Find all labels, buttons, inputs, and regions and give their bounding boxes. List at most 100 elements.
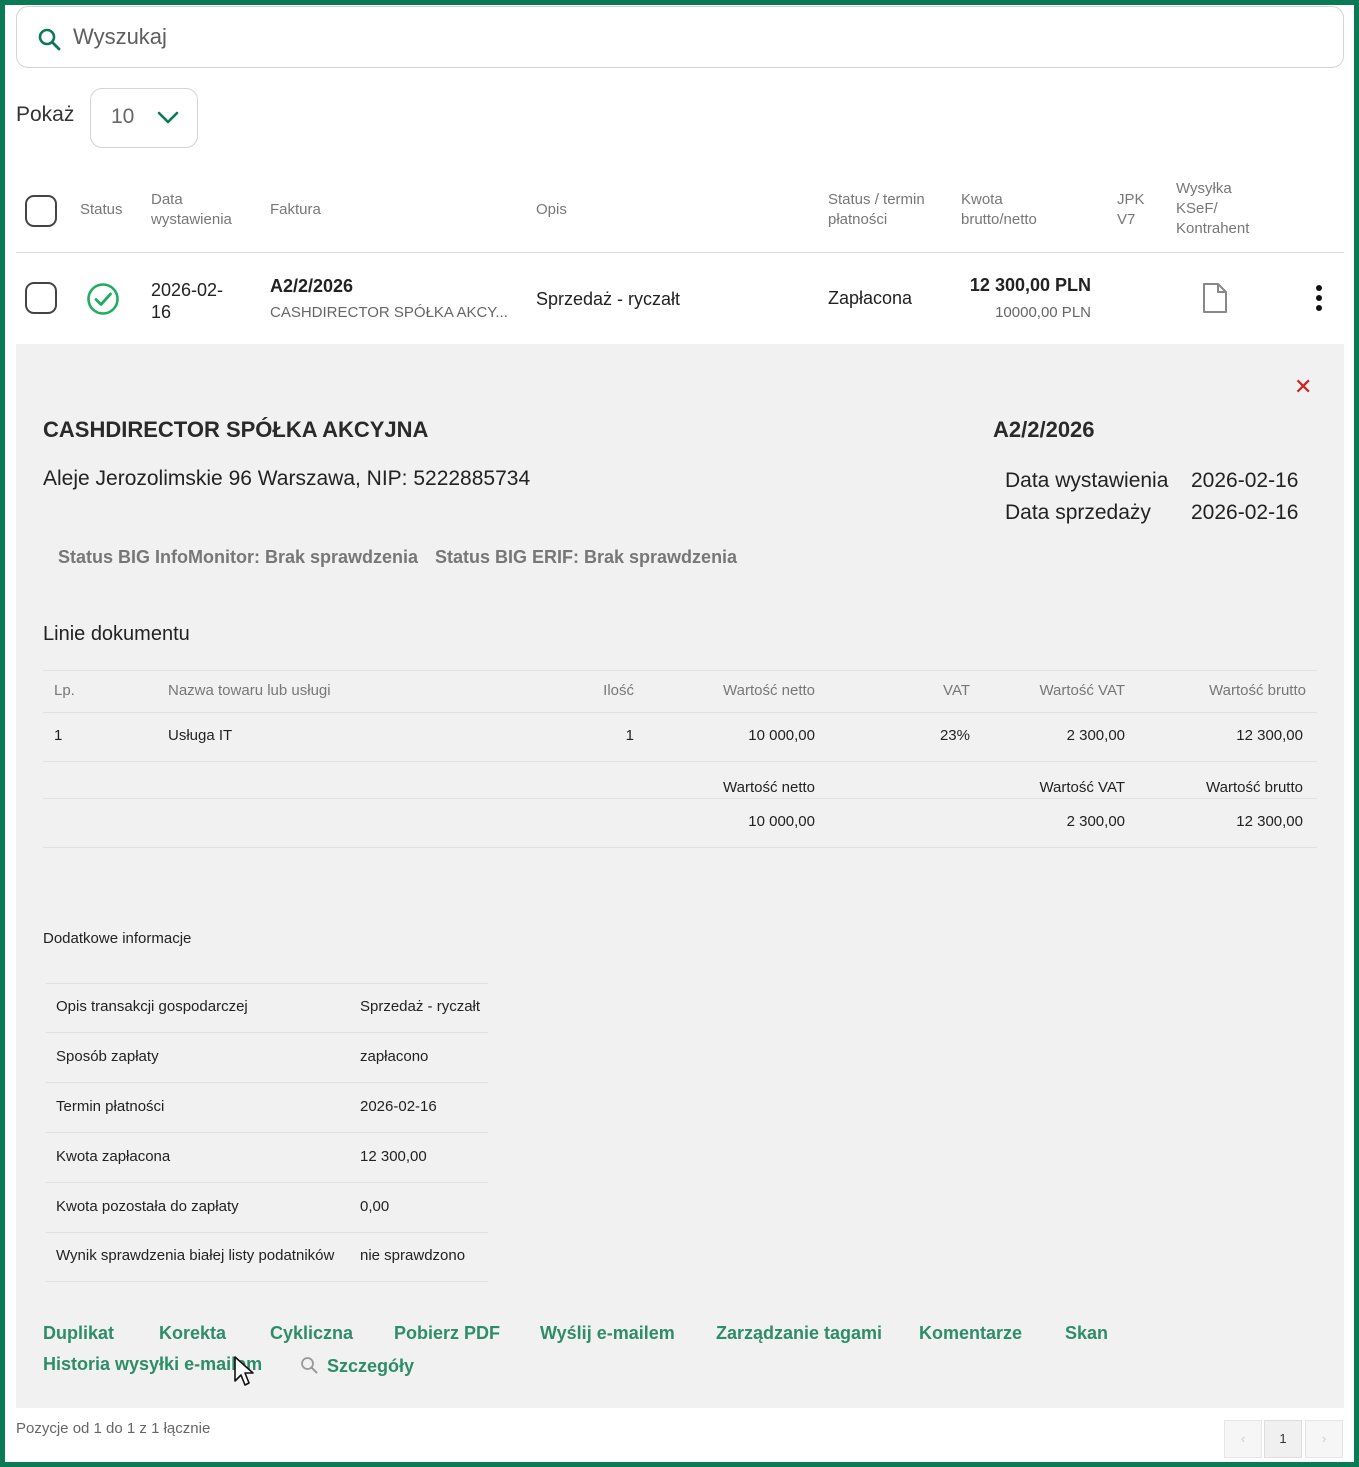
show-label: Pokaż <box>16 103 75 126</box>
pagination-summary: Pozycje od 1 do 1 z 1 łącznie <box>16 1420 211 1437</box>
header-date-line1: Data <box>151 191 183 208</box>
pagination-page-1[interactable]: 1 <box>1264 1420 1302 1458</box>
search-input[interactable] <box>73 21 673 53</box>
more-options-icon[interactable] <box>1313 284 1325 312</box>
info-value-remaining: 0,00 <box>360 1198 390 1215</box>
correction-link[interactable]: Korekta <box>159 1323 226 1344</box>
search-icon <box>38 28 61 51</box>
select-all-checkbox[interactable] <box>25 195 57 227</box>
line-vat-value: 2 300,00 <box>1066 727 1125 744</box>
info-divider <box>46 1032 488 1033</box>
header-description[interactable]: Opis <box>536 200 567 220</box>
additional-info-title: Dodatkowe informacje <box>43 930 192 947</box>
header-date-line2: wystawienia <box>151 211 232 228</box>
search-box[interactable] <box>16 6 1344 68</box>
line-net: 10 000,00 <box>748 727 815 744</box>
lines-header-qty: Ilość <box>603 682 634 699</box>
document-icon[interactable] <box>1202 282 1228 314</box>
info-divider <box>46 1232 488 1233</box>
detail-invoice-number: A2/2/2026 <box>993 417 1095 442</box>
detail-company-name: CASHDIRECTOR SPÓŁKA AKCYJNA <box>43 417 429 442</box>
issue-date-value: 2026-02-16 <box>1191 469 1299 492</box>
lines-header-gross: Wartość brutto <box>1209 682 1306 699</box>
row-invoice-number[interactable]: A2/2/2026 <box>270 276 353 297</box>
sale-date-label: Data sprzedaży <box>1005 501 1151 524</box>
row-amount-gross: 12 300,00 PLN <box>969 275 1091 295</box>
header-payment-line2: płatności <box>828 211 888 228</box>
lines-header-lp: Lp. <box>54 682 75 699</box>
lines-top-divider <box>43 670 1317 671</box>
lines-header-vat: VAT <box>943 682 970 699</box>
info-label-due-date: Termin płatności <box>56 1098 165 1115</box>
info-label-payment-method: Sposób zapłaty <box>56 1048 159 1065</box>
info-label-paid-amount: Kwota zapłacona <box>56 1148 171 1165</box>
info-divider <box>46 1082 488 1083</box>
download-pdf-link[interactable]: Pobierz PDF <box>394 1323 500 1344</box>
header-ksef-line3: Kontrahent <box>1176 220 1250 237</box>
details-link[interactable]: Szczegóły <box>327 1356 414 1377</box>
line-lp: 1 <box>54 727 63 744</box>
send-email-link[interactable]: Wyślij e-mailem <box>540 1323 675 1344</box>
info-value-whitelist: nie sprawdzono <box>360 1247 466 1264</box>
info-divider <box>46 1132 488 1133</box>
document-lines-title: Linie dokumentu <box>43 623 190 645</box>
header-invoice[interactable]: Faktura <box>270 200 321 220</box>
header-ksef-line1: Wysyłka <box>1176 180 1232 197</box>
scan-link[interactable]: Skan <box>1065 1323 1108 1344</box>
row-description: Sprzedaż - ryczałt <box>536 289 681 309</box>
chevron-down-icon <box>157 111 179 124</box>
info-value-payment-method: zapłacono <box>360 1048 429 1065</box>
header-jpk[interactable]: JPK V7 <box>1117 190 1145 230</box>
page-size-select[interactable]: 10 <box>90 88 198 148</box>
details-search-icon <box>301 1357 318 1374</box>
header-payment-status[interactable]: Status / termin płatności <box>828 190 925 230</box>
totals-divider <box>43 798 1317 799</box>
big-erif-status: Status BIG ERIF: Brak sprawdzenia <box>435 547 738 567</box>
header-jpk-line2: V7 <box>1117 211 1136 228</box>
line-gross: 12 300,00 <box>1236 727 1303 744</box>
info-label-remaining: Kwota pozostała do zapłaty <box>56 1198 239 1215</box>
info-value-transaction: Sprzedaż - ryczałt <box>360 998 481 1015</box>
page-size-value: 10 <box>111 105 135 128</box>
header-jpk-line1: JPK <box>1117 191 1145 208</box>
info-value-due-date: 2026-02-16 <box>360 1098 437 1115</box>
lines-header-divider <box>43 712 1317 713</box>
lines-header-net: Wartość netto <box>723 682 815 699</box>
cyclic-link[interactable]: Cykliczna <box>270 1323 353 1344</box>
detail-address: Aleje Jerozolimskie 96 Warszawa, NIP: 52… <box>43 467 531 490</box>
header-date[interactable]: Data wystawienia <box>151 190 232 230</box>
row-issue-date-line2: 16 <box>151 302 172 322</box>
row-checkbox[interactable] <box>25 282 57 314</box>
totals-net: 10 000,00 <box>748 813 815 830</box>
totals-vat-label: Wartość VAT <box>1039 779 1125 796</box>
duplicate-link[interactable]: Duplikat <box>43 1323 114 1344</box>
lines-row-divider <box>43 761 1317 762</box>
pagination-prev-button[interactable]: ‹ <box>1224 1420 1262 1458</box>
totals-gross-label: Wartość brutto <box>1206 779 1303 796</box>
header-ksef[interactable]: Wysyłka KSeF/ Kontrahent <box>1176 179 1249 239</box>
row-issue-date-line1: 2026-02- <box>151 280 224 300</box>
email-history-link[interactable]: Historia wysyłki e-mailem <box>43 1354 262 1375</box>
header-status[interactable]: Status <box>80 200 123 220</box>
info-label-transaction: Opis transakcji gospodarczej <box>56 998 248 1015</box>
header-divider <box>16 252 1344 253</box>
info-value-paid-amount: 12 300,00 <box>360 1148 427 1165</box>
row-amount-net: 10000,00 PLN <box>995 304 1091 321</box>
line-qty: 1 <box>625 727 634 744</box>
manage-tags-link[interactable]: Zarządzanie tagami <box>716 1323 882 1344</box>
paid-check-icon <box>87 283 119 315</box>
big-infomonitor-status: Status BIG InfoMonitor: Brak sprawdzenia <box>58 547 419 567</box>
header-ksef-line2: KSeF/ <box>1176 200 1218 217</box>
comments-link[interactable]: Komentarze <box>919 1323 1022 1344</box>
info-label-whitelist: Wynik sprawdzenia białej listy podatnikó… <box>56 1247 335 1264</box>
totals-vat: 2 300,00 <box>1066 813 1125 830</box>
totals-bottom-divider <box>43 847 1317 848</box>
pagination-next-button[interactable]: › <box>1305 1420 1343 1458</box>
info-divider <box>46 983 488 984</box>
header-amount[interactable]: Kwota brutto/netto <box>961 190 1037 230</box>
close-icon[interactable]: ✕ <box>1294 374 1312 400</box>
info-divider <box>46 1281 488 1282</box>
header-payment-line1: Status / termin <box>828 191 925 208</box>
totals-gross: 12 300,00 <box>1236 813 1303 830</box>
info-divider <box>46 1182 488 1183</box>
